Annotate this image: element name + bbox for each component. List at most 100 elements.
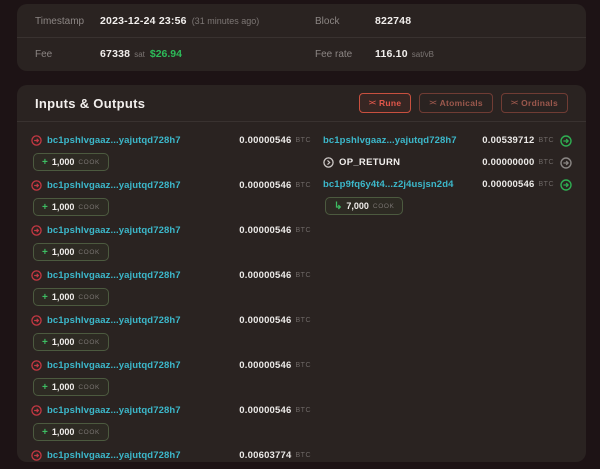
rune-amount: 1,000 bbox=[52, 292, 75, 302]
rune-amount: 1,000 bbox=[52, 157, 75, 167]
output-btc-unit: BTC bbox=[539, 137, 555, 144]
filter-button[interactable]: >< Ordinals bbox=[501, 93, 568, 113]
input-address-link[interactable]: bc1pshlvgaaz...yajutqd728h7 bbox=[47, 225, 181, 236]
filter-button[interactable]: >< Rune bbox=[359, 93, 412, 113]
input-address-link[interactable]: bc1pshlvgaaz...yajutqd728h7 bbox=[47, 270, 181, 281]
rune-transfer-pill[interactable]: + 1,000 COOK bbox=[33, 153, 109, 171]
fee-rate-value: 116.10 bbox=[375, 48, 408, 60]
input-address-link[interactable]: bc1pshlvgaaz...yajutqd728h7 bbox=[47, 450, 181, 461]
input-address-link[interactable]: bc1pshlvgaaz...yajutqd728h7 bbox=[47, 405, 181, 416]
rune-amount: 1,000 bbox=[52, 382, 75, 392]
filter-button[interactable]: >< Atomicals bbox=[419, 93, 493, 113]
fee-rate-unit: sat/vB bbox=[412, 50, 434, 59]
join-brackets-icon: >< bbox=[511, 100, 517, 107]
timestamp-label: Timestamp bbox=[35, 16, 100, 27]
join-brackets-icon: >< bbox=[429, 100, 435, 107]
rune-ticker: COOK bbox=[78, 159, 100, 166]
input-address-link[interactable]: bc1pshlvgaaz...yajutqd728h7 bbox=[47, 135, 181, 146]
input-row: bc1pshlvgaaz...yajutqd728h7 0.00603774 B… bbox=[31, 448, 311, 462]
input-btc-value: 0.00000546 bbox=[239, 180, 291, 191]
output-address-link[interactable]: OP_RETURN bbox=[339, 157, 400, 168]
input-arrow-icon bbox=[31, 405, 42, 416]
rune-amount: 1,000 bbox=[52, 247, 75, 257]
input-btc-unit: BTC bbox=[296, 272, 312, 279]
input-row: bc1pshlvgaaz...yajutqd728h7 0.00000546 B… bbox=[31, 313, 311, 351]
output-address-link[interactable]: bc1p9fq6y4t4...z2j4usjsn2d4 bbox=[323, 179, 453, 190]
output-address-link[interactable]: bc1pshlvgaaz...yajutqd728h7 bbox=[323, 135, 457, 146]
io-filter-buttons: >< Rune >< Atomicals >< Ordinals bbox=[359, 93, 568, 113]
input-btc-unit: BTC bbox=[296, 407, 312, 414]
rune-plus-icon: + bbox=[42, 202, 48, 213]
block-value[interactable]: 822748 bbox=[375, 15, 411, 27]
filter-button-label: Ordinals bbox=[521, 98, 558, 108]
rune-plus-icon: + bbox=[42, 427, 48, 438]
rune-plus-icon: + bbox=[42, 157, 48, 168]
fee-unit: sat bbox=[134, 50, 145, 59]
input-btc-value: 0.00603774 bbox=[239, 450, 291, 461]
output-btc-value: 0.00539712 bbox=[482, 135, 534, 146]
input-row: bc1pshlvgaaz...yajutqd728h7 0.00000546 B… bbox=[31, 223, 311, 261]
output-spend-arrow-icon[interactable] bbox=[560, 179, 572, 191]
rune-transfer-pill[interactable]: + 1,000 COOK bbox=[33, 198, 109, 216]
timestamp-value: 2023-12-24 23:56 bbox=[100, 15, 187, 27]
input-arrow-icon bbox=[31, 450, 42, 461]
output-row: bc1p9fq6y4t4...z2j4usjsn2d4 0.00000546 B… bbox=[323, 177, 572, 215]
input-address-link[interactable]: bc1pshlvgaaz...yajutqd728h7 bbox=[47, 180, 181, 191]
rune-amount: 1,000 bbox=[52, 202, 75, 212]
fee-value: 67338 bbox=[100, 48, 130, 60]
fee-rate-label: Fee rate bbox=[315, 49, 375, 60]
rune-arrow-icon: ↳ bbox=[334, 201, 342, 212]
inputs-column: bc1pshlvgaaz...yajutqd728h7 0.00000546 B… bbox=[31, 133, 311, 462]
rune-transfer-pill[interactable]: + 1,000 COOK bbox=[33, 378, 109, 396]
rune-plus-icon: + bbox=[42, 382, 48, 393]
input-address-link[interactable]: bc1pshlvgaaz...yajutqd728h7 bbox=[47, 360, 181, 371]
input-btc-value: 0.00000546 bbox=[239, 135, 291, 146]
rune-transfer-pill[interactable]: + 1,000 COOK bbox=[33, 333, 109, 351]
rune-transfer-pill[interactable]: + 1,000 COOK bbox=[33, 288, 109, 306]
rune-plus-icon: + bbox=[42, 337, 48, 348]
block-label: Block bbox=[315, 16, 375, 27]
output-btc-value: 0.00000000 bbox=[482, 157, 534, 168]
rune-ticker: COOK bbox=[78, 384, 100, 391]
rune-transfer-pill[interactable]: + 1,000 COOK bbox=[33, 423, 109, 441]
filter-button-label: Atomicals bbox=[440, 98, 483, 108]
outputs-column: bc1pshlvgaaz...yajutqd728h7 0.00539712 B… bbox=[323, 133, 572, 462]
output-btc-value: 0.00000546 bbox=[482, 179, 534, 190]
input-btc-value: 0.00000546 bbox=[239, 270, 291, 281]
op-return-icon bbox=[323, 157, 334, 168]
input-btc-value: 0.00000546 bbox=[239, 315, 291, 326]
input-btc-unit: BTC bbox=[296, 227, 312, 234]
input-arrow-icon bbox=[31, 360, 42, 371]
input-address-link[interactable]: bc1pshlvgaaz...yajutqd728h7 bbox=[47, 315, 181, 326]
rune-transfer-pill[interactable]: + 1,000 COOK bbox=[33, 243, 109, 261]
filter-button-label: Rune bbox=[379, 98, 401, 108]
input-row: bc1pshlvgaaz...yajutqd728h7 0.00000546 B… bbox=[31, 268, 311, 306]
input-row: bc1pshlvgaaz...yajutqd728h7 0.00000546 B… bbox=[31, 133, 311, 171]
rune-amount: 1,000 bbox=[52, 427, 75, 437]
input-btc-unit: BTC bbox=[296, 137, 312, 144]
rune-plus-icon: + bbox=[42, 292, 48, 303]
input-arrow-icon bbox=[31, 180, 42, 191]
rune-ticker: COOK bbox=[373, 203, 395, 210]
rune-ticker: COOK bbox=[78, 249, 100, 256]
fee-usd-value: $26.94 bbox=[150, 48, 182, 60]
input-row: bc1pshlvgaaz...yajutqd728h7 0.00000546 B… bbox=[31, 403, 311, 441]
input-btc-unit: BTC bbox=[296, 317, 312, 324]
rune-ticker: COOK bbox=[78, 294, 100, 301]
rune-amount: 1,000 bbox=[52, 337, 75, 347]
input-btc-unit: BTC bbox=[296, 182, 312, 189]
input-btc-value: 0.00000546 bbox=[239, 405, 291, 416]
output-btc-unit: BTC bbox=[539, 159, 555, 166]
meta-row-top: Timestamp 2023-12-24 23:56 (31 minutes a… bbox=[17, 4, 586, 37]
output-spend-arrow-icon[interactable] bbox=[560, 157, 572, 169]
output-spend-arrow-icon[interactable] bbox=[560, 135, 572, 147]
timestamp-relative: (31 minutes ago) bbox=[192, 16, 260, 26]
rune-amount: 7,000 bbox=[346, 201, 369, 211]
input-btc-unit: BTC bbox=[296, 362, 312, 369]
rune-transfer-pill[interactable]: ↳ 7,000 COOK bbox=[325, 197, 403, 215]
input-arrow-icon bbox=[31, 315, 42, 326]
join-brackets-icon: >< bbox=[369, 100, 375, 107]
rune-ticker: COOK bbox=[78, 339, 100, 346]
output-row: OP_RETURN 0.00000000 BTC bbox=[323, 155, 572, 170]
io-header: Inputs & Outputs >< Rune >< Atomicals ><… bbox=[17, 85, 586, 122]
